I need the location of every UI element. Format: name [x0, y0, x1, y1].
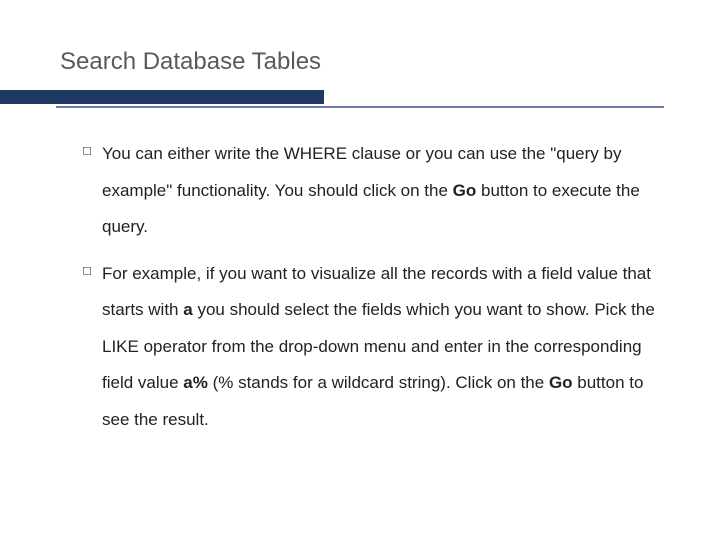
bullet-icon: ◻ [80, 256, 102, 284]
list-item-text: For example, if you want to visualize al… [102, 256, 664, 439]
list-item: ◻ You can either write the WHERE clause … [80, 136, 664, 246]
list-item: ◻ For example, if you want to visualize … [80, 256, 664, 439]
bullet-icon: ◻ [80, 136, 102, 164]
list-item-text: You can either write the WHERE clause or… [102, 136, 664, 246]
slide-title: Search Database Tables [60, 48, 664, 76]
slide: Search Database Tables ◻ You can either … [0, 0, 720, 488]
content-area: ◻ You can either write the WHERE clause … [56, 136, 664, 438]
title-rule [0, 90, 720, 108]
